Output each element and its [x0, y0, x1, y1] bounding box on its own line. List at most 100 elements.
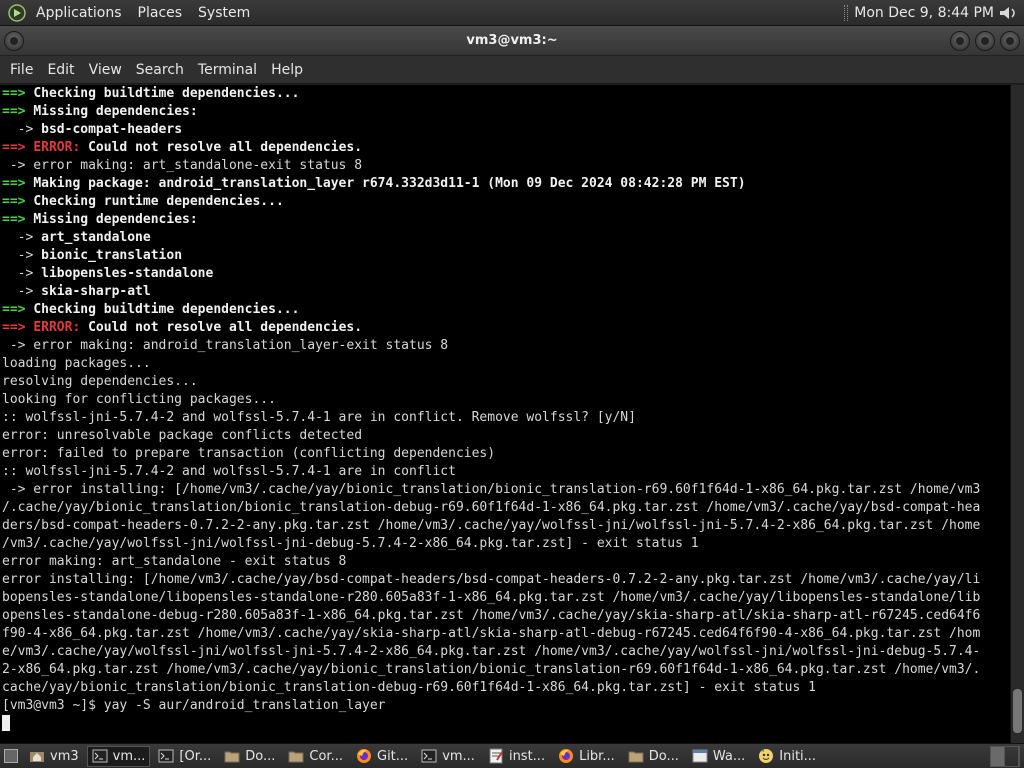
menu-file[interactable]: File: [3, 56, 40, 84]
terminal-text-segment: error: failed to prepare transaction (co…: [2, 446, 496, 461]
terminal-text-segment: Checking buildtime dependencies...: [33, 86, 300, 101]
clock[interactable]: Mon Dec 9, 8:44 PM: [854, 5, 998, 21]
taskbar-item[interactable]: vm...: [416, 746, 480, 767]
maximize-button[interactable]: [975, 31, 995, 51]
scrollbar-thumb[interactable]: [1013, 689, 1022, 733]
terminal-text-segment: :: wolfssl-jni-5.7.4-2 and wolfssl-5.7.4…: [2, 410, 636, 425]
terminal-text-segment: ==>: [2, 302, 34, 317]
terminal-icon: [421, 749, 437, 763]
terminal-lines: ==> Checking buildtime dependencies... ==…: [2, 85, 980, 733]
terminal-text-segment: ==>: [2, 194, 34, 209]
menu-terminal[interactable]: Terminal: [191, 56, 264, 84]
menu-search[interactable]: Search: [129, 56, 191, 84]
terminal-text-segment: bsd-compat-headers: [41, 122, 183, 137]
terminal-line: ==> Checking buildtime dependencies...: [2, 301, 980, 319]
terminal-output[interactable]: ==> Checking buildtime dependencies... ==…: [0, 85, 1010, 743]
terminal-text-segment: ==>: [2, 86, 34, 101]
terminal-scrollbar[interactable]: [1010, 85, 1024, 743]
terminal-line: ==> Checking runtime dependencies...: [2, 193, 980, 211]
app-icon: [759, 749, 774, 763]
terminal-line: -> bionic_translation: [2, 247, 980, 265]
terminal-text-segment: ERROR:: [33, 320, 89, 335]
terminal-line: /vm3/.cache/yay/wolfssl-jni/wolfssl-jni-…: [2, 535, 980, 553]
taskbar-item-label: inst...: [508, 748, 546, 764]
terminal-line: ==> Making package: android_translation_…: [2, 175, 980, 193]
text-editor-icon: [489, 748, 503, 764]
taskbar-item[interactable]: [Or...: [153, 746, 216, 767]
folder-icon: [288, 751, 304, 763]
panel-drag-handle[interactable]: [844, 4, 849, 21]
terminal-text-segment: ==>: [2, 212, 34, 227]
terminal-text-segment: ERROR:: [33, 140, 89, 155]
taskbar-item[interactable]: Do...: [623, 746, 684, 767]
taskbar-item[interactable]: Do...: [219, 746, 280, 767]
terminal-text-segment: opensles-standalone-debug-r280.605a83f-1…: [2, 608, 981, 623]
menu-help[interactable]: Help: [264, 56, 310, 84]
terminal-line: bopensles-standalone/libopensles-standal…: [2, 589, 980, 607]
terminal-text-segment: bopensles-standalone/libopensles-standal…: [2, 590, 981, 605]
terminal-line: e/vm3/.cache/yay/wolfssl-jni/wolfssl-jni…: [2, 643, 980, 661]
menubar: File Edit View Search Terminal Help: [0, 56, 1024, 84]
terminal-line: loading packages...: [2, 355, 980, 373]
window-icon: [692, 749, 708, 763]
terminal-text-segment: -> error making: android_translation_lay…: [2, 338, 449, 353]
taskbar-item-label: Initi...: [779, 748, 817, 764]
terminal-text-segment: ==>: [2, 176, 34, 191]
terminal-line: -> error making: art_standalone-exit sta…: [2, 157, 980, 175]
taskbar-item[interactable]: vm3: [24, 746, 84, 767]
taskbar-item-label: [Or...: [179, 748, 212, 764]
terminal-line: -> error installing: [/home/vm3/.cache/y…: [2, 481, 981, 499]
terminal-line: :: wolfssl-jni-5.7.4-2 and wolfssl-5.7.4…: [2, 463, 980, 481]
taskbar-item[interactable]: Libr...: [553, 746, 620, 767]
folder-icon: [224, 751, 240, 763]
taskbar-item-label: Git...: [377, 748, 409, 764]
window-titlebar[interactable]: vm3@vm3:~: [0, 26, 1024, 56]
taskbar-item[interactable]: Wa...: [687, 746, 750, 767]
terminal-text-segment: [vm3@vm3 ~]$ yay -S aur/android_translat…: [2, 698, 386, 713]
applications-menu-icon[interactable]: [8, 3, 26, 22]
top-panel: Applications Places System Mon Dec 9, 8:…: [0, 0, 1024, 26]
close-button[interactable]: [1000, 31, 1020, 51]
taskbar-item[interactable]: Git...: [351, 746, 413, 767]
workspace-2[interactable]: [1005, 746, 1019, 766]
terminal-text-segment: cache/yay/bionic_translation/bionic_tran…: [2, 680, 816, 695]
terminal-line: cache/yay/bionic_translation/bionic_tran…: [2, 679, 980, 697]
terminal-text-segment: loading packages...: [2, 356, 151, 371]
terminal-cursor: [2, 715, 10, 731]
terminal-line: error: failed to prepare transaction (co…: [2, 445, 980, 463]
places-menu[interactable]: Places: [130, 0, 191, 26]
terminal-line: -> bsd-compat-headers: [2, 121, 980, 139]
terminal-text-segment: ==>: [2, 140, 34, 155]
system-menu[interactable]: System: [190, 0, 258, 26]
menu-edit[interactable]: Edit: [40, 56, 81, 84]
taskbar-item[interactable]: vm...: [86, 745, 151, 767]
applications-menu[interactable]: Applications: [28, 0, 130, 26]
show-desktop-button[interactable]: [4, 749, 18, 763]
terminal-text-segment: error: unresolvable package conflicts de…: [2, 428, 363, 443]
terminal-text-segment: ders/bsd-compat-headers-0.7.2-2-any.pkg.…: [2, 518, 981, 533]
menu-view[interactable]: View: [82, 56, 129, 84]
taskbar-item[interactable]: Cor...: [283, 746, 348, 767]
terminal-line: ==> Missing dependencies:: [2, 211, 980, 229]
taskbar-item[interactable]: Initi...: [753, 746, 821, 767]
terminal-text-segment: ->: [2, 230, 42, 245]
taskbar-item-label: vm...: [112, 748, 146, 764]
terminal-line: ==> ERROR: Could not resolve all depende…: [2, 319, 980, 337]
terminal-text-segment: -> error installing: [/home/vm3/.cache/y…: [2, 482, 981, 497]
minimize-button[interactable]: [950, 31, 970, 51]
terminal-text-segment: ->: [2, 122, 42, 137]
terminal-text-segment: Could not resolve all dependencies.: [88, 140, 363, 155]
terminal-text-segment: art_standalone: [41, 230, 151, 245]
terminal-text-segment: :: wolfssl-jni-5.7.4-2 and wolfssl-5.7.4…: [2, 464, 456, 479]
terminal-text-segment: Missing dependencies:: [33, 104, 198, 119]
volume-icon[interactable]: [998, 4, 1020, 22]
workspace-1[interactable]: [991, 746, 1005, 766]
task-list: vm3 vm... [Or... Do... Cor... Git... vm... inst…: [24, 745, 824, 767]
terminal-text-segment: ->: [2, 284, 42, 299]
terminal-text-segment: 2-x86_64.pkg.tar.zst /home/vm3/.cache/ya…: [2, 662, 981, 677]
taskbar-item[interactable]: inst...: [483, 746, 550, 767]
workspace-switcher[interactable]: [990, 745, 1020, 767]
taskbar-item-label: vm...: [442, 748, 475, 764]
terminal-text-segment: e/vm3/.cache/yay/wolfssl-jni/wolfssl-jni…: [2, 644, 981, 659]
terminal-icon: [92, 749, 108, 763]
